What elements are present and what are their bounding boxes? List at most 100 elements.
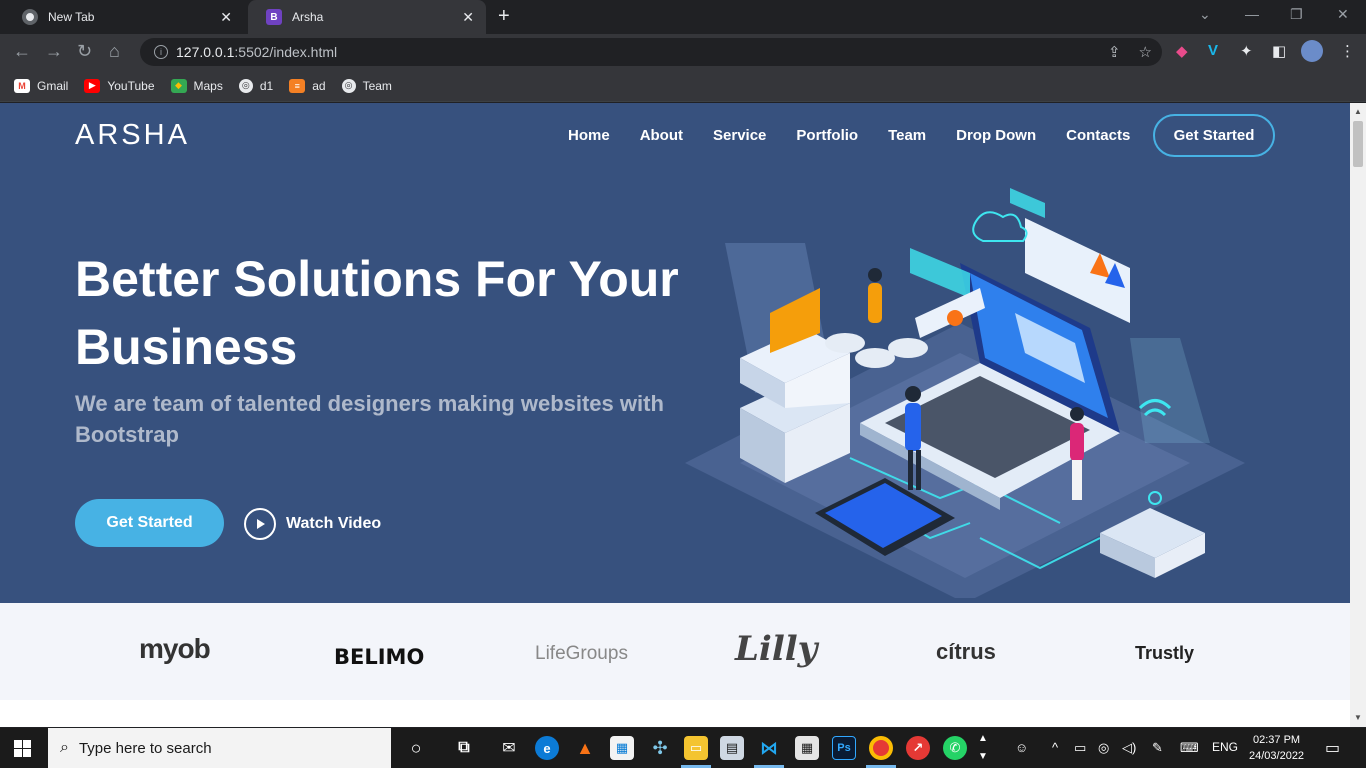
tab-strip: New Tab ✕ B Arsha ✕ + ⌄ — ❐ ✕ (0, 0, 1366, 34)
bookmark-label: d1 (259, 78, 274, 93)
windows-start-icon[interactable] (14, 740, 31, 757)
globe-icon: ◎ (341, 78, 356, 93)
people-icon[interactable]: ☺ (1015, 740, 1028, 755)
clients-section: myob BELIMO LifeGroups Lilly cítrus Trus… (0, 603, 1350, 700)
close-icon[interactable]: ✕ (462, 9, 474, 26)
vlc-icon[interactable]: ▲ (573, 736, 597, 760)
battery-icon[interactable]: ▭ (1074, 740, 1086, 756)
restore-icon[interactable]: ❐ (1290, 6, 1303, 23)
chrome-taskbar-icon[interactable] (869, 736, 893, 760)
game-icon[interactable]: ✣ (648, 736, 672, 760)
bookmark-d1[interactable]: ◎ d1 (238, 78, 274, 93)
windows-taskbar: ⌕ Type here to search ○ ⧉ ✉ e ▲ ▦ ✣ ▭ ▤ … (0, 728, 1366, 768)
file-explorer-icon[interactable]: ▭ (684, 736, 708, 760)
window-close-icon[interactable]: ✕ (1337, 6, 1349, 23)
pen-icon[interactable]: ✎ (1152, 740, 1163, 756)
scroll-up-icon[interactable]: ▲ (1354, 107, 1362, 116)
tab-search-icon[interactable]: ⌄ (1199, 6, 1211, 23)
chrome-icon (22, 9, 38, 25)
side-panel-icon[interactable]: ◧ (1272, 42, 1286, 60)
bookmark-youtube[interactable]: ▶ YouTube (84, 78, 155, 93)
bookmark-label: YouTube (107, 78, 155, 93)
taskbar-search-box[interactable]: ⌕ Type here to search (48, 728, 391, 768)
browser-toolbar: ← → ↻ ⌂ i 127.0.0.1 :5502/index.html ⇪ ☆… (0, 34, 1366, 70)
search-placeholder: Type here to search (78, 739, 212, 757)
keyboard-icon[interactable]: ⌨ (1180, 740, 1199, 756)
language-indicator[interactable]: ENG (1212, 740, 1238, 754)
back-icon[interactable]: ← (13, 42, 31, 60)
client-logo-belimo: BELIMO (334, 645, 425, 669)
nav-portfolio[interactable]: Portfolio (796, 127, 858, 144)
nav-get-started-button[interactable]: Get Started (1153, 114, 1275, 157)
profile-avatar[interactable] (1301, 40, 1323, 62)
scrollbar-thumb[interactable] (1353, 121, 1363, 167)
youtube-icon: ▶ (84, 78, 101, 93)
bookmark-star-icon[interactable]: ☆ (1139, 43, 1152, 61)
nav-service[interactable]: Service (713, 127, 766, 144)
site-info-icon[interactable]: i (154, 45, 168, 59)
client-logo-trustly: Trustly (1135, 643, 1195, 663)
address-bar[interactable]: i 127.0.0.1 :5502/index.html ⇪ ☆ (140, 38, 1162, 66)
nav-drop-down[interactable]: Drop Down (956, 127, 1036, 144)
hero-section: ARSHA Home About Service Portfolio Team … (0, 103, 1350, 603)
forward-icon[interactable]: → (45, 42, 63, 60)
vimeo-icon[interactable]: V (1208, 42, 1218, 59)
get-started-button[interactable]: Get Started (75, 499, 224, 547)
clock-time: 02:37 PM (1252, 734, 1301, 746)
watch-video-link[interactable]: Watch Video (244, 508, 381, 540)
clock-date: 24/03/2022 (1249, 750, 1305, 762)
nav-team[interactable]: Team (888, 127, 926, 144)
cortana-icon[interactable]: ○ (404, 736, 428, 760)
edge-icon[interactable]: e (535, 736, 559, 760)
reload-icon[interactable]: ↻ (77, 42, 92, 60)
tab-title: New Tab (48, 10, 95, 24)
page-scrollbar[interactable]: ▲ ▼ (1350, 103, 1366, 727)
page-viewport: ARSHA Home About Service Portfolio Team … (0, 103, 1350, 727)
tab-arsha[interactable]: B Arsha ✕ (248, 0, 486, 34)
new-tab-icon[interactable]: + (498, 5, 510, 28)
gmail-icon: M (14, 78, 30, 93)
minimize-icon[interactable]: — (1245, 6, 1259, 22)
task-view-icon[interactable]: ⧉ (452, 736, 476, 760)
whatsapp-icon[interactable]: ✆ (943, 736, 967, 760)
extensions-puzzle-icon[interactable]: ✦ (1240, 42, 1253, 60)
hero-illustration (685, 188, 1245, 598)
bookmark-maps[interactable]: ◆ Maps (170, 78, 223, 93)
extension-colorful-icon[interactable]: ◆ (1176, 42, 1188, 60)
notification-icon[interactable]: ▭ (1325, 738, 1340, 758)
mail-icon[interactable]: ✉ (497, 736, 521, 760)
site-logo[interactable]: ARSHA (75, 119, 190, 152)
nav-contacts[interactable]: Contacts (1066, 127, 1130, 144)
scroll-down-icon[interactable]: ▼ (1354, 713, 1362, 722)
bookmark-team[interactable]: ◎ Team (341, 78, 392, 93)
store-icon[interactable]: ▦ (610, 736, 634, 760)
calculator-icon[interactable]: ▦ (795, 736, 819, 760)
globe-icon: ◎ (238, 78, 253, 93)
url-host: 127.0.0.1 (176, 44, 235, 60)
tray-chevron-icon[interactable]: ^ (1052, 740, 1058, 755)
bookmark-label: Gmail (37, 78, 69, 93)
photoshop-icon[interactable]: Ps (832, 736, 856, 760)
share-icon[interactable]: ⇪ (1108, 43, 1121, 61)
bookmarks-bar: M Gmail ▶ YouTube ◆ Maps ◎ d1 ≡ ad ◎ Tea… (0, 70, 1366, 102)
volume-icon[interactable]: ◁) (1122, 740, 1136, 756)
vscode-icon[interactable]: ⋈ (757, 736, 781, 760)
taskbar-clock[interactable]: 02:37 PM 24/03/2022 (1249, 732, 1304, 764)
anydesk-icon[interactable]: ↗ (906, 736, 930, 760)
home-icon[interactable]: ⌂ (109, 42, 120, 60)
taskbar-scroll-icon[interactable]: ▲ ▼ (978, 730, 988, 766)
close-icon[interactable]: ✕ (220, 9, 232, 26)
nav-about[interactable]: About (640, 127, 683, 144)
play-icon (244, 508, 276, 540)
menu-icon[interactable]: ⋮ (1340, 42, 1355, 60)
bookmark-gmail[interactable]: M Gmail (14, 78, 69, 93)
client-logo-citrus: cítrus (936, 639, 996, 664)
control-panel-icon[interactable]: ▤ (720, 736, 744, 760)
bookmark-label: ad (312, 78, 326, 93)
maps-icon: ◆ (170, 78, 187, 93)
bookmark-ad[interactable]: ≡ ad (289, 78, 326, 93)
nav-home[interactable]: Home (568, 127, 610, 144)
tab-new-tab[interactable]: New Tab ✕ (4, 0, 244, 34)
bookmark-label: Maps (193, 78, 223, 93)
network-globe-icon[interactable]: ◎ (1098, 740, 1109, 756)
